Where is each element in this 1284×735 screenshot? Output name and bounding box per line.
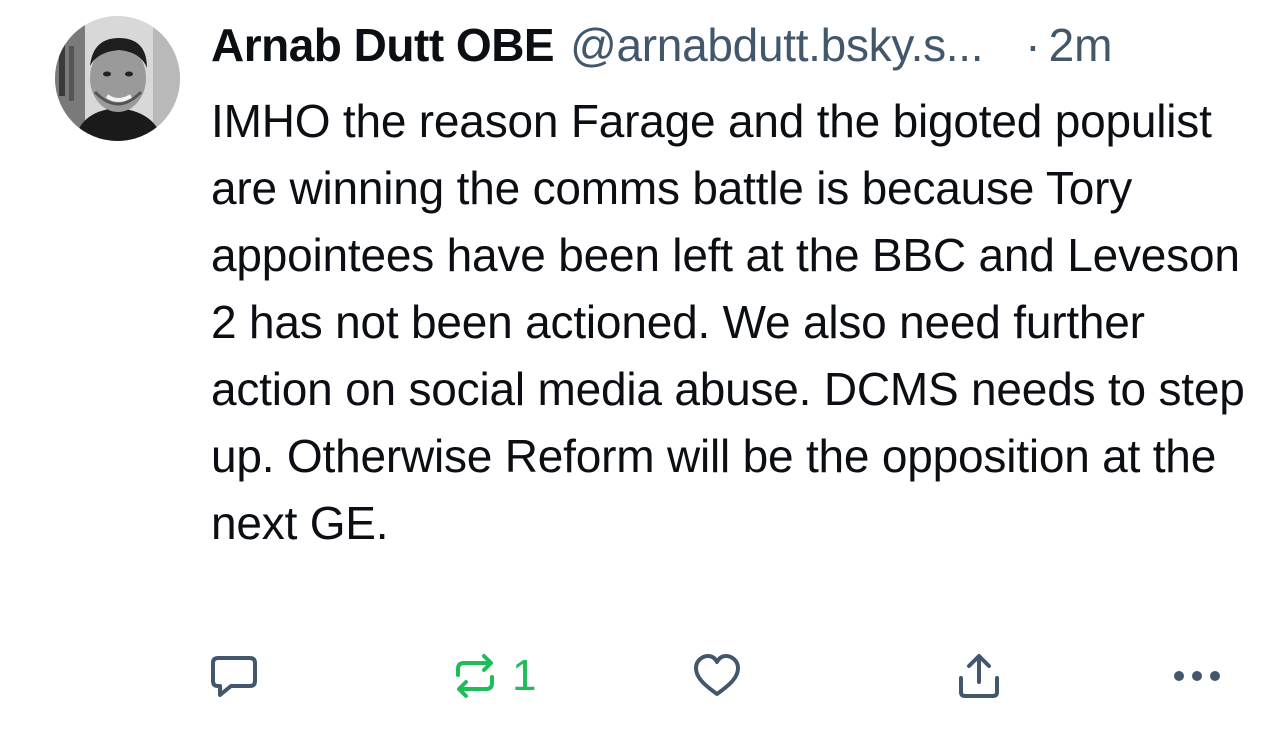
reply-icon (211, 656, 257, 697)
more-options-button[interactable] (1172, 648, 1222, 704)
heart-icon (694, 654, 740, 696)
author-handle[interactable]: @arnabdutt.bsky.s... (570, 14, 983, 76)
post-text: IMHO the reason Farage and the bigoted p… (211, 95, 1245, 549)
avatar-photo (55, 16, 180, 141)
reply-button[interactable] (209, 648, 259, 704)
repost-button[interactable]: 1 (452, 648, 536, 704)
post-actions: 1 (0, 648, 1284, 704)
avatar[interactable] (55, 16, 180, 141)
like-button[interactable] (693, 648, 741, 704)
share-icon (959, 654, 999, 698)
repost-icon (456, 654, 494, 698)
post[interactable]: Arnab Dutt OBE @arnabdutt.bsky.s... · 2m… (211, 14, 1261, 557)
more-icon (1174, 671, 1220, 681)
post-header: Arnab Dutt OBE @arnabdutt.bsky.s... · 2m (211, 14, 1261, 76)
repost-count: 1 (512, 651, 537, 700)
share-button[interactable] (955, 648, 1003, 704)
author-name[interactable]: Arnab Dutt OBE (211, 14, 555, 76)
post-timestamp[interactable]: 2m (1049, 14, 1113, 76)
separator-dot: · (1025, 19, 1041, 71)
